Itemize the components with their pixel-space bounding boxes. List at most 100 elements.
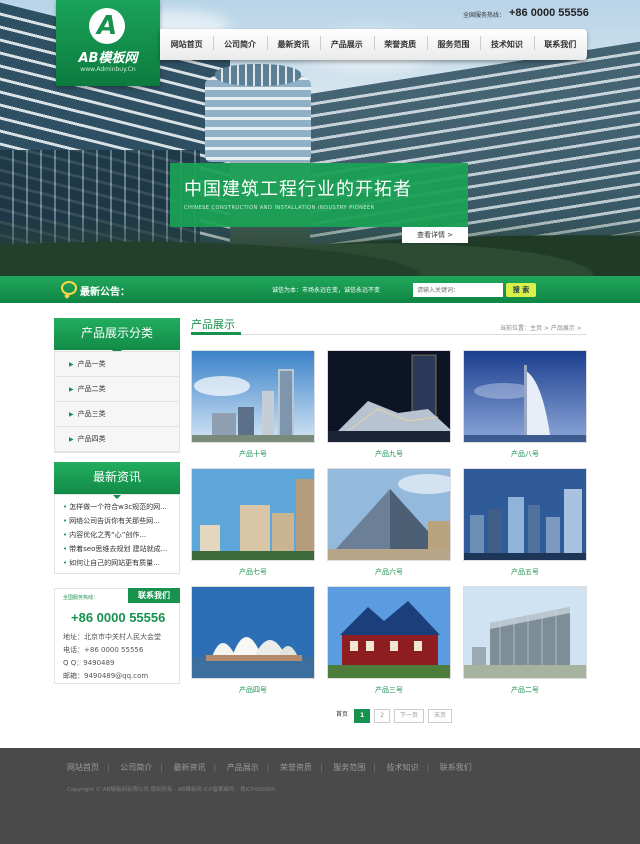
- product-label[interactable]: 产品八号: [463, 449, 587, 459]
- category-item[interactable]: ▶ 产品一类: [55, 352, 179, 377]
- product-label[interactable]: 产品十号: [191, 449, 315, 459]
- footer-link-home[interactable]: 网站首页: [67, 763, 99, 772]
- category-item[interactable]: ▶ 产品四类: [55, 427, 179, 452]
- news-item[interactable]: • 带着seo思维去规划 建站就成...: [63, 542, 175, 556]
- banner-details-button[interactable]: 查看详情 >: [402, 227, 468, 243]
- product-card[interactable]: 产品七号: [191, 468, 315, 582]
- pager-first[interactable]: 首页: [334, 709, 351, 723]
- contact-box: 联系我们 全国服务热线： +86 0000 55556 地址：北京市中关村人民大…: [54, 588, 180, 684]
- contact-tab[interactable]: 联系我们: [128, 588, 180, 603]
- category-list: ▶ 产品一类 ▶ 产品二类 ▶ 产品三类 ▶ 产品四类: [54, 351, 180, 453]
- footer: 网站首页 | 公司简介 | 最新资讯 | 产品展示 | 荣誉资质 | 服务范围 | 技术知识…: [0, 748, 640, 844]
- product-label[interactable]: 产品四号: [191, 685, 315, 695]
- product-label[interactable]: 产品五号: [463, 567, 587, 577]
- footer-link-news[interactable]: 最新资讯: [174, 763, 206, 772]
- footer-link-products[interactable]: 产品展示: [227, 763, 259, 772]
- notice-text: 诚信为本：市场永远在变，诚信永远不变: [272, 287, 381, 294]
- bullet-icon: •: [63, 503, 68, 511]
- logo-name: AB模板网: [78, 51, 138, 66]
- search-button[interactable]: 搜 索: [506, 283, 536, 297]
- triangle-right-icon: ▶: [69, 410, 74, 418]
- category-label: 产品三类: [77, 410, 106, 418]
- pagination: 首页 1 2 下一页 末页: [334, 709, 453, 723]
- category-item[interactable]: ▶ 产品二类: [55, 377, 179, 402]
- nav-item-services[interactable]: 服务范围: [426, 36, 480, 50]
- contact-hotline-label: 全国服务热线：: [63, 595, 99, 601]
- footer-link-services[interactable]: 服务范围: [333, 763, 365, 772]
- nav-item-tech[interactable]: 技术知识: [480, 36, 533, 50]
- divider: |: [426, 763, 430, 772]
- product-card[interactable]: 产品十号: [191, 350, 315, 464]
- product-card[interactable]: 产品三号: [327, 586, 451, 700]
- bullet-icon: •: [63, 517, 68, 525]
- nav-item-news[interactable]: 最新资讯: [266, 36, 320, 50]
- title-divider: [191, 334, 587, 335]
- contact-email: 邮箱：9490489@qq.com: [63, 672, 149, 680]
- pager-page-2[interactable]: 2: [374, 709, 391, 723]
- product-card[interactable]: 产品五号: [463, 468, 587, 582]
- product-image[interactable]: [191, 586, 315, 679]
- product-image[interactable]: [327, 586, 451, 679]
- pager-last[interactable]: 末页: [428, 709, 453, 723]
- product-card[interactable]: 产品四号: [191, 586, 315, 700]
- product-card[interactable]: 产品八号: [463, 350, 587, 464]
- product-card[interactable]: 产品六号: [327, 468, 451, 582]
- contact-address: 地址：北京市中关村人民大会堂: [63, 633, 161, 641]
- product-image[interactable]: [327, 350, 451, 443]
- news-heading: 最新资讯: [54, 462, 180, 499]
- banner-caption: 中国建筑工程行业的开拓者 CHINESE CONSTRUCTION AND IN…: [170, 163, 468, 227]
- bullet-icon: •: [63, 559, 68, 567]
- footer-link-tech[interactable]: 技术知识: [387, 763, 419, 772]
- product-label[interactable]: 产品六号: [327, 567, 451, 577]
- footer-link-contact[interactable]: 联系我们: [440, 763, 472, 772]
- news-item[interactable]: • 内容优化之秀“心”创作...: [63, 528, 175, 542]
- search-input[interactable]: [413, 283, 503, 297]
- contact-details: 地址：北京市中关村人民大会堂 电话：+86 0000 55556 Q Q：949…: [63, 631, 161, 683]
- footer-nav: 网站首页 | 公司简介 | 最新资讯 | 产品展示 | 荣誉资质 | 服务范围 | 技术知识…: [67, 762, 472, 773]
- nav-item-products[interactable]: 产品展示: [320, 36, 373, 50]
- product-image[interactable]: [463, 586, 587, 679]
- categories-heading: 产品展示分类: [54, 318, 180, 355]
- product-image[interactable]: [463, 350, 587, 443]
- bullet-icon: •: [63, 545, 68, 553]
- footer-link-about[interactable]: 公司简介: [120, 763, 152, 772]
- divider: |: [107, 763, 110, 772]
- tower-top: [215, 64, 301, 86]
- divider: |: [373, 763, 376, 772]
- page-title: 产品展示: [191, 318, 235, 331]
- product-image[interactable]: [327, 468, 451, 561]
- pager-current[interactable]: 1: [354, 709, 371, 723]
- banner-subtitle: CHINESE CONSTRUCTION AND INSTALLATION IN…: [184, 205, 375, 211]
- site-logo[interactable]: A AB模板网 www.Adminbuy.Cn: [56, 0, 160, 86]
- triangle-right-icon: ▶: [69, 360, 74, 368]
- product-image[interactable]: [191, 468, 315, 561]
- product-label[interactable]: 产品七号: [191, 567, 315, 577]
- contact-number: +86 0000 55556: [71, 610, 166, 625]
- nav-item-home[interactable]: 网站首页: [160, 39, 213, 50]
- product-card[interactable]: 产品九号: [327, 350, 451, 464]
- product-image[interactable]: [191, 350, 315, 443]
- news-item[interactable]: • 如何让自己的网站更有质量...: [63, 556, 175, 570]
- nav-item-honors[interactable]: 荣誉资质: [373, 36, 427, 50]
- product-card[interactable]: 产品二号: [463, 586, 587, 700]
- nav-item-about[interactable]: 公司简介: [213, 36, 266, 50]
- category-item[interactable]: ▶ 产品三类: [55, 402, 179, 427]
- footer-link-honors[interactable]: 荣誉资质: [280, 763, 312, 772]
- news-item[interactable]: • 怎样做一个符合w3c规范的网...: [63, 500, 175, 514]
- category-label: 产品二类: [77, 385, 106, 393]
- hotline-label: 全国服务热线：: [463, 12, 506, 19]
- product-label[interactable]: 产品三号: [327, 685, 451, 695]
- category-label: 产品四类: [77, 435, 106, 443]
- nav-item-contact[interactable]: 联系我们: [533, 36, 587, 50]
- breadcrumb: 当前位置：主页 > 产品展示 >: [500, 325, 582, 332]
- title-underline: [191, 332, 241, 335]
- contact-phone: 电话：+86 0000 55556: [63, 646, 144, 654]
- pager-next[interactable]: 下一页: [394, 709, 425, 723]
- news-item[interactable]: • 网络公司告诉你有关那些网...: [63, 514, 175, 528]
- notice-label: 最新公告：: [80, 287, 130, 298]
- bullet-icon: •: [63, 531, 68, 539]
- divider: |: [266, 763, 270, 772]
- product-label[interactable]: 产品二号: [463, 685, 587, 695]
- product-image[interactable]: [463, 468, 587, 561]
- product-label[interactable]: 产品九号: [327, 449, 451, 459]
